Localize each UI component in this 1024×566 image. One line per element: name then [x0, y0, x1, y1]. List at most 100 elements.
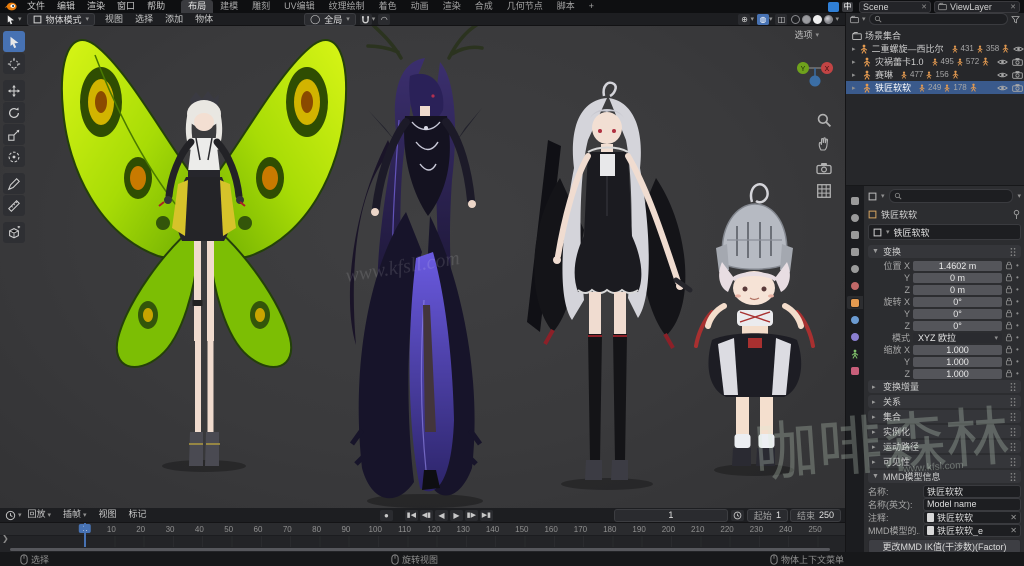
transform-value-field[interactable]: 1.000: [913, 356, 1002, 367]
move-tool[interactable]: [3, 80, 25, 101]
transform-value-field[interactable]: 0°: [913, 320, 1002, 331]
expand-arrow-icon[interactable]: ▸: [852, 71, 859, 79]
workspace-tab-0[interactable]: 布局: [181, 0, 214, 13]
topbar-menu-0[interactable]: 文件: [21, 0, 51, 13]
transform-value-field[interactable]: 1.000: [913, 344, 1002, 355]
animate-dot[interactable]: •: [1016, 285, 1021, 294]
snap-caret[interactable]: ▾: [372, 15, 376, 23]
properties-tab-render[interactable]: [847, 211, 863, 224]
rotate-tool[interactable]: [3, 102, 25, 123]
shading-wireframe-button[interactable]: [791, 14, 801, 24]
timeline-menu-0[interactable]: 回放 ▾: [22, 508, 57, 522]
timeline-ruler[interactable]: 1102030405060708090100110120130140150160…: [0, 523, 845, 536]
transform-value-field[interactable]: 1.000: [913, 368, 1002, 379]
workspace-tab-9[interactable]: 几何节点: [500, 0, 550, 13]
properties-editor-caret[interactable]: ▾: [881, 192, 885, 200]
use-preview-range-toggle[interactable]: [730, 509, 744, 521]
lock-icon[interactable]: [1005, 273, 1013, 282]
workspace-tab-4[interactable]: 纹理绘制: [322, 0, 372, 13]
lock-icon[interactable]: [1005, 285, 1013, 294]
properties-tab-view-layer[interactable]: [847, 245, 863, 258]
drag-dots-icon[interactable]: [1009, 382, 1017, 392]
drag-dots-icon[interactable]: [1009, 442, 1017, 452]
workspace-tab-10[interactable]: 脚本: [550, 0, 582, 13]
ortho-toggle-icon[interactable]: [816, 183, 832, 199]
play-reverse-button[interactable]: ◀: [434, 509, 448, 521]
transform-value-field[interactable]: 0 m: [913, 272, 1002, 283]
animate-dot[interactable]: •: [1016, 357, 1021, 366]
transform-value-field[interactable]: 1.4602 m: [913, 260, 1002, 271]
mmd-ik-factor-button[interactable]: 更改MMD IK值(干涉数)(Factor): [868, 539, 1021, 552]
timeline-menu-3[interactable]: 标记: [123, 508, 153, 522]
animate-dot[interactable]: •: [1016, 273, 1021, 282]
topbar-menu-2[interactable]: 渲染: [81, 0, 111, 13]
shading-caret[interactable]: ▾: [835, 15, 839, 23]
shading-material-button[interactable]: [813, 14, 823, 24]
mmd-field-input[interactable]: 铁匠软软: [923, 484, 1021, 498]
workspace-tab-7[interactable]: 渲染: [436, 0, 468, 13]
animate-dot[interactable]: •: [1016, 261, 1021, 270]
viewlayer-remove-icon[interactable]: ✕: [1010, 3, 1016, 11]
timeline-expand-arrow[interactable]: ❯: [2, 534, 9, 543]
play-button[interactable]: ▶: [449, 509, 463, 521]
outliner-search-input[interactable]: [868, 13, 1008, 25]
viewport-menu-0[interactable]: 视图: [99, 13, 129, 26]
collapsed-section-4[interactable]: ▸ 运动路径: [868, 440, 1021, 453]
mmd-section-header[interactable]: ▼ MMD模型信息: [868, 470, 1021, 483]
clear-x-icon[interactable]: ✕: [1010, 526, 1017, 535]
frame-start-field[interactable]: 起始 1: [746, 508, 788, 522]
outliner-row-1[interactable]: ▸ 灾祸蕾卡1.0 495 572: [846, 55, 1024, 68]
drag-dots-icon[interactable]: [1009, 427, 1017, 437]
viewport-menu-3[interactable]: 物体: [189, 13, 219, 26]
properties-tab-physics[interactable]: [847, 330, 863, 343]
workspace-tab-6[interactable]: 动画: [404, 0, 436, 13]
outliner-row-0[interactable]: ▸ 二重螺旋—西比尔 431 358: [846, 42, 1024, 55]
transform-tool[interactable]: [3, 146, 25, 167]
xray-toggle[interactable]: ◫: [775, 13, 788, 25]
collapsed-section-2[interactable]: ▸ 集合: [868, 410, 1021, 423]
workspace-tab-2[interactable]: 雕刻: [245, 0, 277, 13]
scene-selector[interactable]: Scene ✕: [859, 0, 931, 13]
add-workspace-button[interactable]: +: [582, 0, 601, 13]
gizmo-toggle[interactable]: ⊕: [738, 13, 751, 25]
drag-dots-icon[interactable]: [1009, 247, 1017, 257]
editor-type-icon[interactable]: [5, 14, 16, 25]
workspace-tab-8[interactable]: 合成: [468, 0, 500, 13]
orientation-selector[interactable]: ◯ 全局 ▾: [304, 12, 356, 26]
lock-icon[interactable]: [1005, 261, 1013, 270]
workspace-tab-5[interactable]: 着色: [372, 0, 404, 13]
scale-tool[interactable]: [3, 124, 25, 145]
animate-dot[interactable]: •: [1016, 297, 1021, 306]
disable-render-camera-icon[interactable]: [1012, 57, 1023, 66]
mmd-field-input[interactable]: Model name: [923, 497, 1021, 511]
collapsed-section-1[interactable]: ▸ 关系: [868, 395, 1021, 408]
next-keyframe-button[interactable]: ▮▶: [464, 509, 478, 521]
viewlayer-selector[interactable]: ViewLayer ✕: [934, 0, 1020, 13]
topbar-menu-3[interactable]: 窗口: [111, 0, 141, 13]
lock-icon[interactable]: [1005, 297, 1013, 306]
proportional-edit-toggle[interactable]: ◠: [378, 13, 391, 25]
lock-icon[interactable]: [1005, 369, 1013, 378]
shading-solid-button[interactable]: [802, 14, 812, 24]
object-name-field[interactable]: ▾ 铁匠软软: [868, 224, 1021, 240]
viewport-options-button[interactable]: 选项 ▾: [794, 28, 819, 41]
character-girl[interactable]: [534, 81, 693, 480]
mmd-field-input[interactable]: 铁匠软软_e ✕: [923, 523, 1021, 537]
timeline-scrollbar[interactable]: [10, 548, 830, 551]
collapsed-section-0[interactable]: ▸ 变换增量: [868, 380, 1021, 393]
outliner-row-scene-collection[interactable]: 场景集合: [846, 29, 1024, 42]
properties-tab-tool[interactable]: [847, 194, 863, 207]
measure-tool[interactable]: [3, 195, 25, 216]
collapsed-section-5[interactable]: ▸ 可见性: [868, 455, 1021, 468]
overlays-caret[interactable]: ▾: [769, 15, 773, 23]
properties-tab-object[interactable]: [847, 296, 863, 309]
animate-dot[interactable]: •: [1016, 309, 1021, 318]
record-button[interactable]: ●: [379, 509, 393, 521]
current-frame-field[interactable]: 1: [613, 508, 728, 522]
pin-icon[interactable]: [1012, 209, 1021, 220]
jump-end-button[interactable]: ▶▮: [479, 509, 493, 521]
select-box-tool[interactable]: [3, 31, 25, 52]
properties-editor-type-icon[interactable]: [868, 192, 877, 201]
outliner-display-caret[interactable]: ▾: [862, 15, 866, 23]
annotate-tool[interactable]: [3, 173, 25, 194]
